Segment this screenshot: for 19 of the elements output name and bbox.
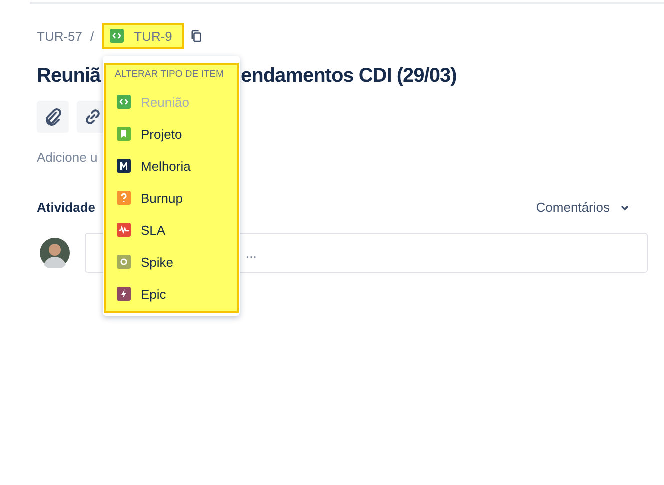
issue-key-link[interactable]: TUR-9 — [102, 23, 184, 49]
breadcrumb-separator: / — [90, 28, 94, 44]
description-placeholder[interactable]: Adicione u — [37, 150, 98, 165]
code-icon — [110, 29, 124, 43]
comments-filter[interactable]: Comentários — [532, 198, 634, 217]
menu-item[interactable]: Burnup — [106, 182, 237, 214]
attach-button[interactable] — [37, 101, 69, 133]
breadcrumb-link[interactable]: TUR-57 — [37, 28, 83, 44]
menu-item[interactable]: Epic — [106, 278, 237, 310]
paperclip-icon — [43, 107, 63, 127]
menu-item[interactable]: Melhoria — [106, 150, 237, 182]
avatar[interactable] — [40, 238, 70, 268]
issue-title: Reuniã — [37, 64, 101, 88]
menu-item[interactable]: Projeto — [106, 118, 237, 150]
copy-icon[interactable] — [191, 30, 202, 42]
link-icon — [83, 107, 103, 127]
activity-heading: Atividade — [37, 200, 96, 215]
menu-heading: ALTERAR TIPO DE ITEM — [114, 68, 225, 82]
issue-title: endamentos CDI (29/03) — [241, 64, 457, 88]
